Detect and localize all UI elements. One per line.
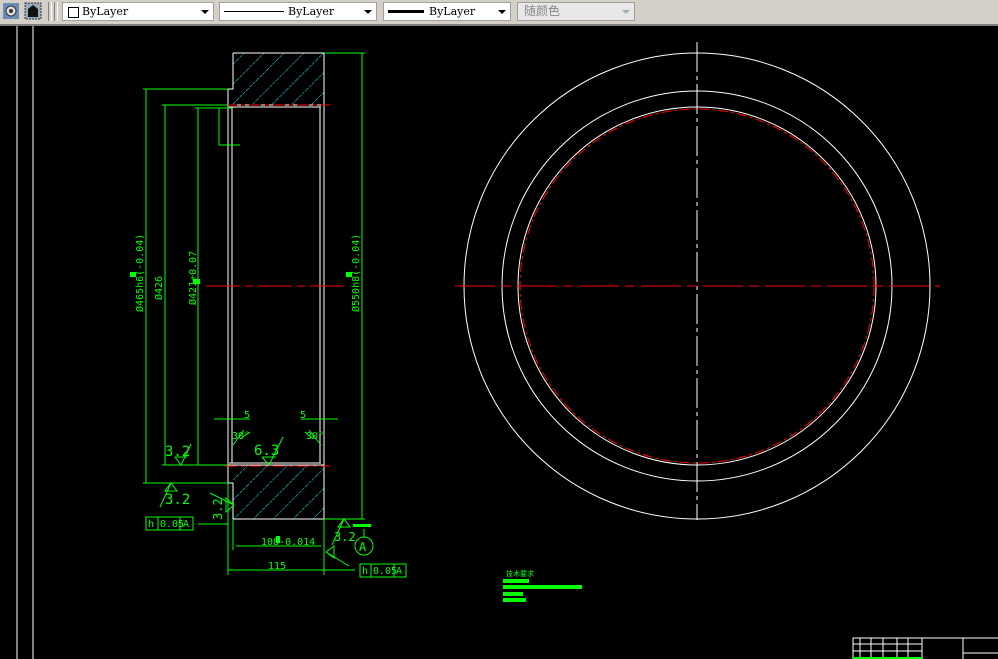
layer-previous-icon[interactable] [24,2,42,20]
notes-line [503,598,526,602]
color-combo[interactable]: ByLayer [62,2,214,21]
notes-line [503,579,529,583]
properties-toolbar: ByLayer ByLayer ByLayer 随颜色 [0,0,998,26]
svg-text:0.05: 0.05 [160,519,184,530]
hatch-top [233,53,324,105]
chevron-down-icon[interactable] [498,10,506,14]
dim-chamfer-left: 5 [244,410,250,421]
svg-text:0.05: 0.05 [373,566,397,577]
chevron-down-icon[interactable] [201,10,209,14]
dim-d550: Ø550h8(-0.04) [350,234,362,312]
dim-chamfer-right: 5 [300,410,306,421]
dim-d465: Ø465h6(-0.04) [134,234,146,312]
dim-angle-left: 30° [232,431,250,442]
roughness-63: 6.3 [254,443,279,459]
lineweight-combo[interactable]: ByLayer [383,2,511,21]
dim-d426: Ø426 [153,276,165,300]
linetype-preview [224,11,284,12]
dim-length-108: 108-0.014 [261,537,315,548]
notes-line [503,592,523,596]
tolerance-frame-right: h 0.05 A [362,566,402,577]
notes-title: 技术要求 [506,569,534,578]
color-combo-value: ByLayer [82,5,129,18]
drawing-canvas[interactable]: Ø465h6(-0.04) Ø426 Ø421+0.07 Ø550h8(-0.0… [0,26,998,659]
svg-text:A: A [183,519,189,530]
front-view [455,42,940,520]
datum-label: A [359,540,367,554]
color-swatch [68,7,79,18]
roughness-32: 3.2 [334,530,356,544]
chevron-down-icon[interactable] [364,10,372,14]
tolerance-frame-left: h 0.05 A [148,519,189,530]
plotstyle-combo-value: 随颜色 [524,4,561,18]
layer-settings-icon[interactable] [2,2,20,20]
notes-line [503,585,582,589]
dim-length-115: 115 [268,561,286,572]
lineweight-preview [388,10,424,13]
plotstyle-combo[interactable]: 随颜色 [517,2,635,21]
roughness-32: 3.2 [211,498,225,520]
lineweight-combo-value: ByLayer [429,5,476,18]
hatch-bottom [233,465,324,519]
linetype-combo[interactable]: ByLayer [219,2,377,21]
dim-angle-right: 30° [306,431,324,442]
roughness-32: 3.2 [165,444,190,460]
svg-text:A: A [396,566,402,577]
chevron-down-icon[interactable] [622,10,630,14]
linetype-combo-value: ByLayer [288,5,335,18]
roughness-32: 3.2 [165,492,190,508]
svg-text:h: h [148,519,154,530]
title-block [852,637,998,659]
dim-d421: Ø421+0.07 [187,251,199,305]
svg-text:h: h [362,566,368,577]
